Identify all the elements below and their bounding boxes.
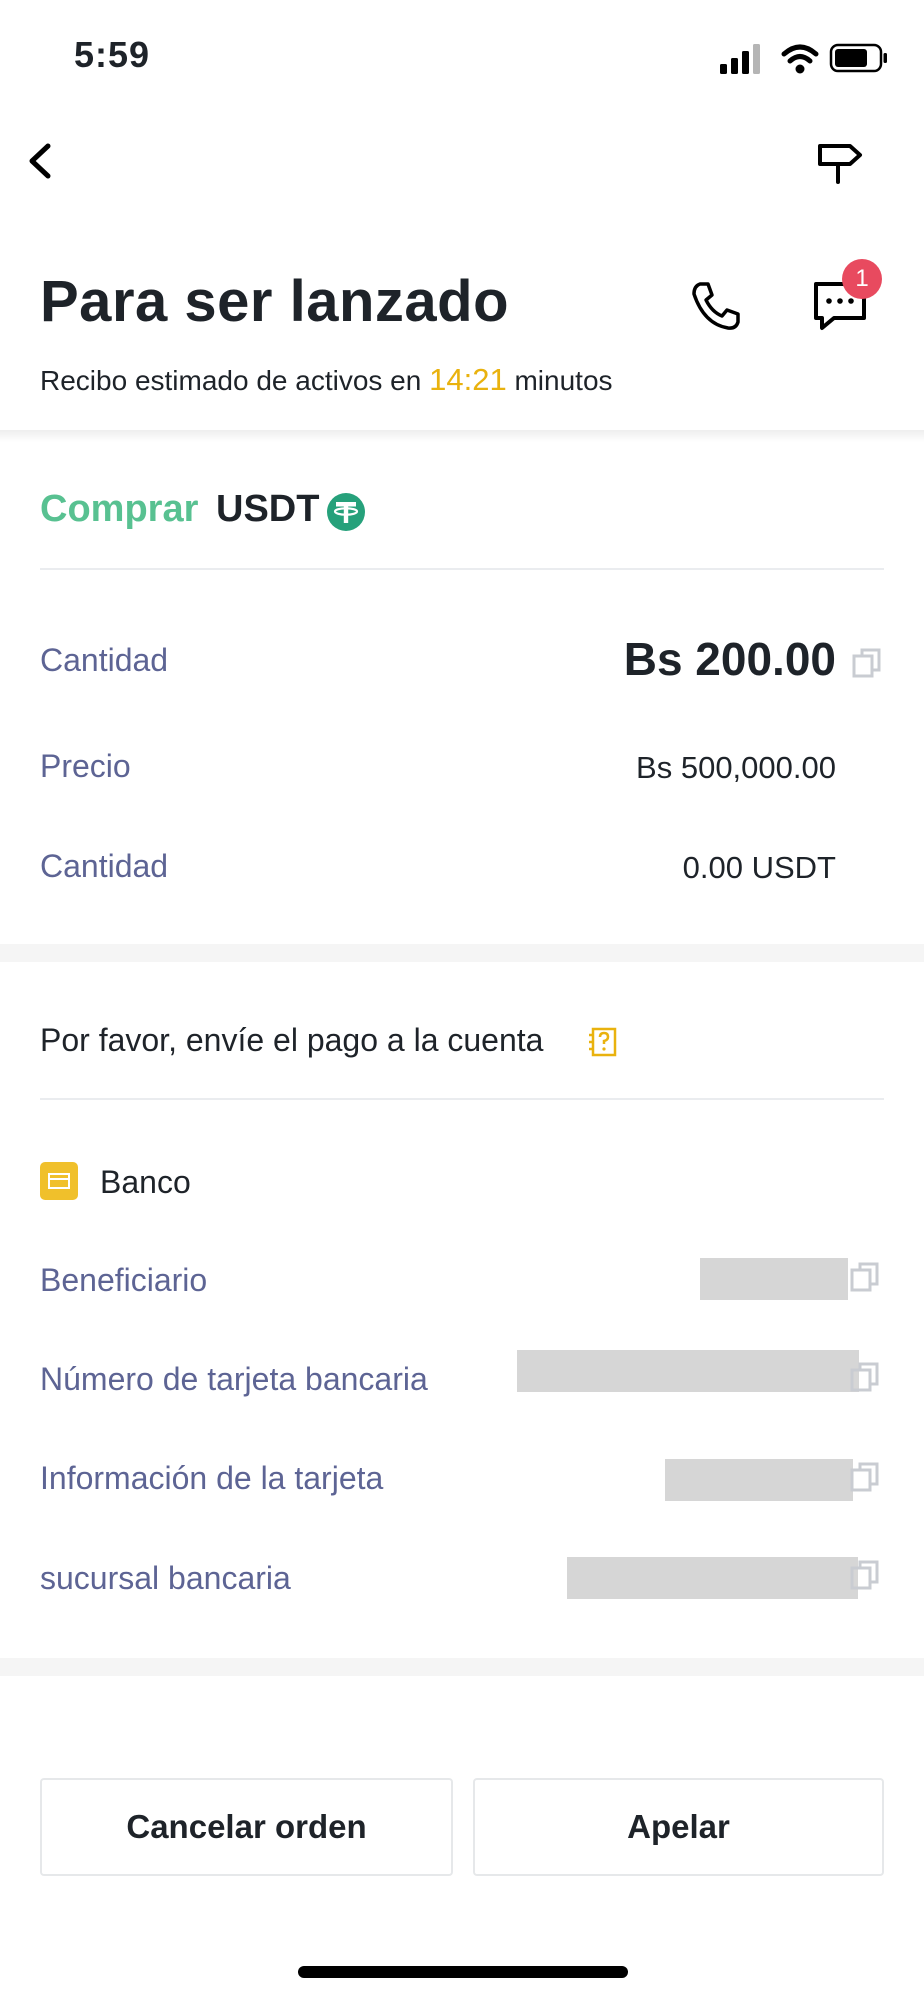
subtitle-prefix: Recibo estimado de activos en (40, 365, 422, 396)
card-number-label: Número de tarjeta bancaria (40, 1361, 428, 1397)
countdown-timer: 14:21 (429, 362, 507, 397)
bank-branch-label: sucursal bancaria (40, 1560, 291, 1596)
cancel-order-button[interactable]: Cancelar orden (40, 1778, 453, 1876)
section-gap (0, 944, 924, 962)
back-icon[interactable] (20, 138, 60, 184)
price-label: Precio (40, 748, 131, 784)
asset-name: USDT (216, 488, 320, 530)
card-info-label: Información de la tarjeta (40, 1460, 384, 1496)
subtitle: Recibo estimado de activos en 14:21 minu… (40, 362, 613, 398)
bank-icon (40, 1162, 78, 1200)
card-info-value-redacted (665, 1459, 853, 1501)
quantity-label: Cantidad (40, 848, 169, 884)
divider (40, 568, 884, 570)
copy-icon[interactable] (850, 1360, 880, 1394)
amount-label: Cantidad (40, 642, 169, 678)
home-indicator[interactable] (298, 1966, 628, 1978)
page-title: Para ser lanzado (40, 269, 509, 334)
wifi-icon (781, 44, 819, 74)
payment-instruction: Por favor, envíe el pago a la cuenta (40, 1022, 544, 1058)
signpost-icon[interactable] (814, 138, 864, 188)
chat-unread-badge: 1 (842, 259, 882, 299)
header-divider (0, 430, 924, 442)
help-icon[interactable] (588, 1026, 618, 1058)
copy-icon[interactable] (850, 1260, 880, 1294)
status-time: 5:59 (74, 34, 151, 75)
bank-branch-value-redacted (567, 1557, 858, 1599)
phone-icon[interactable] (690, 280, 742, 332)
copy-icon[interactable] (850, 1558, 880, 1592)
order-side: Comprar (40, 488, 199, 530)
battery-icon (829, 43, 887, 73)
copy-icon[interactable] (850, 1460, 880, 1494)
section-gap (0, 1658, 924, 1676)
signal-icon (720, 44, 760, 74)
beneficiary-label: Beneficiario (40, 1262, 208, 1298)
divider (40, 1098, 884, 1100)
payment-method: Banco (100, 1164, 191, 1200)
beneficiary-value-redacted (700, 1258, 848, 1300)
appeal-button[interactable]: Apelar (473, 1778, 884, 1876)
copy-icon[interactable] (852, 646, 882, 680)
amount-value: Bs 200.00 (623, 633, 836, 685)
tether-icon (327, 493, 365, 531)
subtitle-suffix: minutos (514, 365, 613, 396)
quantity-value: 0.00 USDT (682, 850, 836, 885)
card-number-value-redacted (517, 1350, 859, 1392)
price-value: Bs 500,000.00 (636, 750, 836, 785)
status-icons (720, 43, 887, 74)
